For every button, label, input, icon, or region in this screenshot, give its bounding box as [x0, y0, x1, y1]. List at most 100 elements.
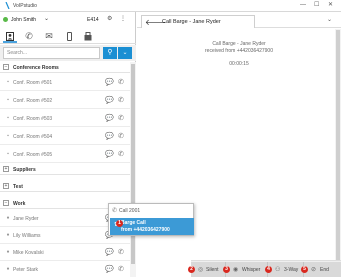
- group-test[interactable]: + Test: [0, 181, 130, 192]
- list-item[interactable]: ▪ Conf. Room #503 💬 ✆: [0, 110, 130, 127]
- phone-icon[interactable]: ✆: [118, 248, 124, 256]
- group-conference-rooms[interactable]: − Conference Rooms: [0, 62, 130, 73]
- chat-icon[interactable]: 💬: [105, 265, 114, 273]
- search-row: ⚲ ⌄: [0, 45, 136, 61]
- tab-call-barge[interactable]: 🡐 Call Barge - Jane Ryder: [141, 15, 255, 28]
- list-item-label: Peter Stark: [13, 267, 39, 273]
- person-icon: ●: [6, 215, 10, 221]
- phone-icon[interactable]: ✆: [118, 78, 124, 86]
- list-item-label: Conf. Room #503: [13, 116, 53, 122]
- call-action-bar: 2 ◎ Silent 3 ◉ Whisper 4 ⚇ 3-Way 5 ⊘ End: [188, 260, 341, 277]
- list-item-label: Mike Kovalski: [13, 250, 44, 256]
- mobile-icon: [66, 32, 72, 41]
- list-item[interactable]: ● Peter Stark 💬 ✆: [0, 261, 130, 277]
- list-item-label: Conf. Room #505: [13, 152, 53, 158]
- chat-icon[interactable]: 💬: [105, 150, 114, 158]
- expand-icon[interactable]: +: [3, 183, 9, 189]
- left-scrollbar[interactable]: [130, 62, 136, 277]
- chevron-down-icon: ⌄: [122, 50, 128, 56]
- group-call-icon: ⚇: [275, 267, 281, 273]
- left-panel: John Smith ⌄ E414 ⚙ ⋮ ✆ ✉ ⚲: [0, 12, 136, 277]
- maximize-button[interactable]: ☐: [314, 2, 319, 9]
- group-label: Suppliers: [13, 167, 36, 173]
- step-badge-2: 2: [188, 266, 195, 273]
- search-input[interactable]: [3, 47, 100, 59]
- phone-icon[interactable]: ✆: [118, 96, 124, 104]
- tab-calls[interactable]: ✆: [22, 30, 36, 43]
- chevron-down-icon[interactable]: ⌄: [44, 15, 49, 22]
- chat-icon[interactable]: 💬: [105, 132, 114, 140]
- collapse-icon[interactable]: −: [3, 64, 9, 70]
- button-label: Silent: [206, 267, 219, 273]
- call-status-source: received from +442036427900: [205, 48, 273, 54]
- list-item-label: Conf. Room #501: [13, 80, 53, 86]
- filter-dropdown-button[interactable]: ⌄: [118, 47, 132, 59]
- more-vertical-icon[interactable]: ⋮: [120, 15, 126, 22]
- list-item[interactable]: ▪ Conf. Room #501 💬 ✆: [0, 74, 130, 91]
- silent-button[interactable]: 2 ◎ Silent: [188, 262, 226, 277]
- chat-icon[interactable]: 💬: [105, 248, 114, 256]
- phone-icon[interactable]: ✆: [118, 132, 124, 140]
- list-item-label: Lily Williams: [13, 233, 41, 239]
- room-icon: ▪: [7, 115, 9, 121]
- search-icon: ⚲: [107, 49, 113, 56]
- group-suppliers[interactable]: + Suppliers: [0, 164, 130, 175]
- group-label: Test: [13, 184, 23, 190]
- room-icon: ▪: [7, 97, 9, 103]
- expand-icon[interactable]: +: [3, 166, 9, 172]
- group-label: Work: [13, 201, 26, 207]
- tab-voicemail[interactable]: ✉: [42, 30, 56, 43]
- list-item[interactable]: ▪ Conf. Room #505 💬 ✆: [0, 146, 130, 163]
- minimize-button[interactable]: —: [300, 2, 306, 9]
- room-icon: ▪: [7, 151, 9, 157]
- ear-icon: ◎: [198, 267, 204, 273]
- scrollbar-thumb[interactable]: [336, 30, 340, 262]
- collapse-icon[interactable]: −: [3, 200, 9, 206]
- whisper-button[interactable]: 3 ◉ Whisper: [223, 262, 268, 277]
- chat-icon[interactable]: 💬: [105, 114, 114, 122]
- search-button[interactable]: ⚲: [103, 47, 117, 59]
- phone-icon[interactable]: ✆: [118, 114, 124, 122]
- list-item[interactable]: ▪ Conf. Room #502 💬 ✆: [0, 92, 130, 109]
- list-item-label: Jane Ryder: [13, 216, 39, 222]
- room-icon: ▪: [7, 79, 9, 85]
- person-icon: ●: [6, 249, 10, 255]
- call-status-title: Call Barge - Jane Ryder: [212, 41, 266, 47]
- gear-icon[interactable]: ⚙: [107, 15, 112, 22]
- chat-icon[interactable]: 💬: [105, 96, 114, 104]
- list-item[interactable]: ● Mike Kovalski 💬 ✆: [0, 244, 130, 261]
- person-icon: ●: [6, 266, 10, 272]
- step-badge-5: 5: [301, 266, 308, 273]
- button-label: End: [320, 267, 329, 273]
- tab-label: Call Barge - Jane Ryder: [162, 19, 221, 25]
- presence-online-icon: [3, 17, 8, 22]
- voipstudio-logo-icon: [5, 2, 10, 9]
- group-label: Conference Rooms: [13, 65, 59, 71]
- chat-icon[interactable]: 💬: [105, 78, 114, 86]
- phone-icon: ✆: [112, 208, 118, 214]
- room-icon: ▪: [7, 133, 9, 139]
- step-badge-3: 3: [223, 266, 230, 273]
- person-icon: ●: [6, 232, 10, 238]
- phone-icon[interactable]: ✆: [118, 265, 124, 273]
- title-bar: VoIPstudio — ☐ ✕: [0, 0, 341, 12]
- close-button[interactable]: ✕: [328, 2, 333, 9]
- contact-list: − Conference Rooms ▪ Conf. Room #501 💬 ✆…: [0, 62, 136, 277]
- user-bar: John Smith ⌄ E414 ⚙ ⋮: [0, 12, 136, 28]
- three-way-button[interactable]: 4 ⚇ 3-Way: [265, 262, 304, 277]
- tab-fax[interactable]: [81, 30, 95, 43]
- whisper-icon: ◉: [233, 267, 239, 273]
- call-panel: 🡐 Call Barge - Jane Ryder ⌄ Call Barge -…: [137, 12, 341, 277]
- step-badge-1: 1: [116, 220, 123, 227]
- right-scrollbar[interactable]: [335, 29, 341, 265]
- envelope-icon: ✉: [45, 31, 53, 41]
- chevron-down-icon[interactable]: ⌄: [327, 16, 332, 23]
- phone-icon[interactable]: ✆: [118, 150, 124, 158]
- button-label: Whisper: [242, 267, 261, 273]
- user-name[interactable]: John Smith: [11, 17, 36, 23]
- button-label: 3-Way: [284, 267, 299, 273]
- end-call-button[interactable]: 5 ⊘ End: [301, 262, 341, 277]
- tab-contacts[interactable]: [3, 30, 17, 43]
- list-item[interactable]: ▪ Conf. Room #504 💬 ✆: [0, 128, 130, 145]
- tab-mobile[interactable]: [62, 30, 76, 43]
